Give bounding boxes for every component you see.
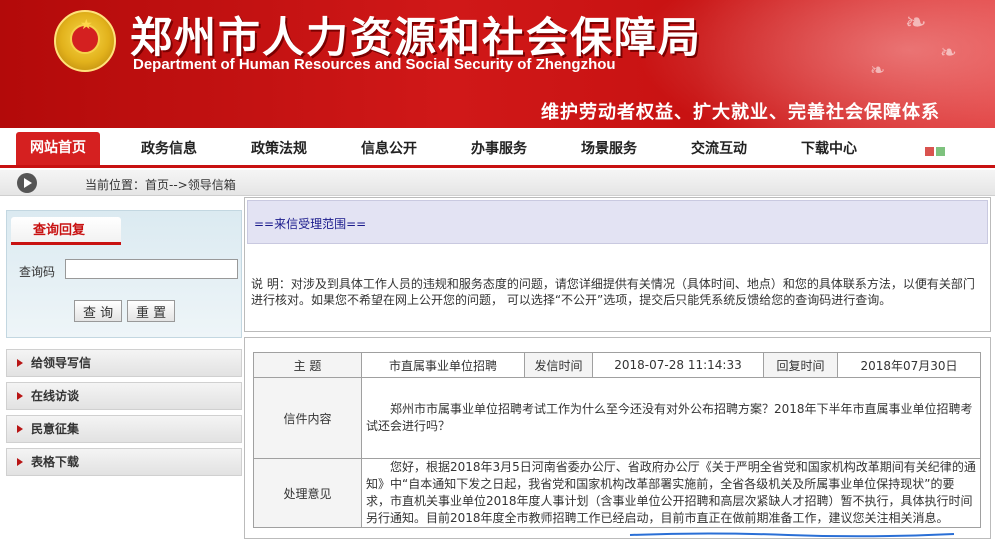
theme-red-swatch[interactable] <box>925 147 934 156</box>
subject-label: 主 题 <box>253 352 362 378</box>
sent-time-value: 2018-07-28 11:14:33 <box>592 352 764 378</box>
theme-green-swatch[interactable] <box>936 147 945 156</box>
letter-table: 主 题 市直属事业单位招聘 发信时间 2018-07-28 11:14:33 回… <box>253 352 981 528</box>
content-label: 信件内容 <box>253 377 362 459</box>
query-button[interactable]: 查 询 <box>74 300 123 322</box>
table-row: 主 题 市直属事业单位招聘 发信时间 2018-07-28 11:14:33 回… <box>253 352 981 378</box>
site-subtitle: Department of Human Resources and Social… <box>133 56 616 73</box>
reply-opinion-label: 处理意见 <box>253 458 362 528</box>
reset-button[interactable]: 重 置 <box>127 300 176 322</box>
nav-item-home[interactable]: 网站首页 <box>16 132 100 165</box>
sidebar-item-label: 民意征集 <box>31 422 80 436</box>
nav-item-scene-services[interactable]: 场景服务 <box>581 138 637 158</box>
dove-icon: ❧ <box>905 8 927 38</box>
reply-time-label: 回复时间 <box>763 352 838 378</box>
national-emblem-icon: ★ <box>54 10 116 72</box>
reply-time-value: 2018年07月30日 <box>837 352 981 378</box>
nav-item-gov-info[interactable]: 政务信息 <box>141 138 197 158</box>
sidebar-item-label: 在线访谈 <box>31 389 80 403</box>
play-circle-icon[interactable] <box>17 173 37 193</box>
table-row: 信件内容 郑州市市属事业单位招聘考试工作为什么至今还没有对外公布招聘方案？201… <box>253 377 981 459</box>
sidebar-item-write-letter[interactable]: 给领导写信 <box>6 349 242 377</box>
arrow-right-icon <box>17 359 23 367</box>
arrow-right-icon <box>17 392 23 400</box>
sent-time-label: 发信时间 <box>524 352 593 378</box>
nav-item-download[interactable]: 下载中心 <box>801 138 857 158</box>
sidebar-item-form-download[interactable]: 表格下载 <box>6 448 242 476</box>
sidebar: 查询回复 查询码 查 询 重 置 给领导写信 在线访谈 民意征集 表格下载 <box>6 210 242 539</box>
arrow-right-icon <box>17 458 23 466</box>
main-nav: 网站首页 政务信息 政策法规 信息公开 办事服务 场景服务 交流互动 下载中心 <box>0 128 995 168</box>
subject-value: 市直属事业单位招聘 <box>361 352 525 378</box>
theme-switcher[interactable] <box>925 145 953 156</box>
nav-item-services[interactable]: 办事服务 <box>471 138 527 158</box>
breadcrumb-bar: 当前位置：首页-->领导信箱 <box>0 170 995 196</box>
site-header: ★ 郑州市人力资源和社会保障局 Department of Human Reso… <box>0 0 995 128</box>
query-panel: 查询回复 查询码 查 询 重 置 <box>6 210 242 338</box>
scope-heading: ==来信受理范围== <box>247 200 988 244</box>
dove-icon: ❧ <box>870 60 886 81</box>
query-code-input[interactable] <box>65 259 238 279</box>
site-slogan: 维护劳动者权益、扩大就业、完善社会保障体系 <box>541 102 940 123</box>
nav-item-interaction[interactable]: 交流互动 <box>691 138 747 158</box>
scope-description: 说 明：对涉及到具体工作人员的违规和服务态度的问题，请您详细提供有关情况（具体时… <box>251 277 975 307</box>
query-reply-tab[interactable]: 查询回复 <box>11 217 121 245</box>
reply-text: 您好，根据2018年3月5日河南省委办公厅、省政府办公厅《关于严明全省党和国家机… <box>361 458 981 528</box>
dove-icon: ❧ <box>940 40 957 64</box>
letter-detail: 主 题 市直属事业单位招聘 发信时间 2018-07-28 11:14:33 回… <box>244 337 991 539</box>
nav-item-info-open[interactable]: 信息公开 <box>361 138 417 158</box>
handwritten-underline <box>629 532 955 538</box>
sidebar-item-label: 表格下载 <box>31 455 80 469</box>
nav-item-policy[interactable]: 政策法规 <box>251 138 307 158</box>
sidebar-item-opinion-survey[interactable]: 民意征集 <box>6 415 242 443</box>
breadcrumb: 当前位置：首页-->领导信箱 <box>85 178 236 192</box>
sidebar-item-online-interview[interactable]: 在线访谈 <box>6 382 242 410</box>
scope-panel: ==来信受理范围== 说 明：对涉及到具体工作人员的违规和服务态度的问题，请您详… <box>244 197 991 332</box>
query-code-label: 查询码 <box>19 265 56 279</box>
table-row: 处理意见 您好，根据2018年3月5日河南省委办公厅、省政府办公厅《关于严明全省… <box>253 458 981 528</box>
sidebar-item-label: 给领导写信 <box>31 356 92 370</box>
letter-content: 郑州市市属事业单位招聘考试工作为什么至今还没有对外公布招聘方案？2018年下半年… <box>361 377 981 459</box>
arrow-right-icon <box>17 425 23 433</box>
